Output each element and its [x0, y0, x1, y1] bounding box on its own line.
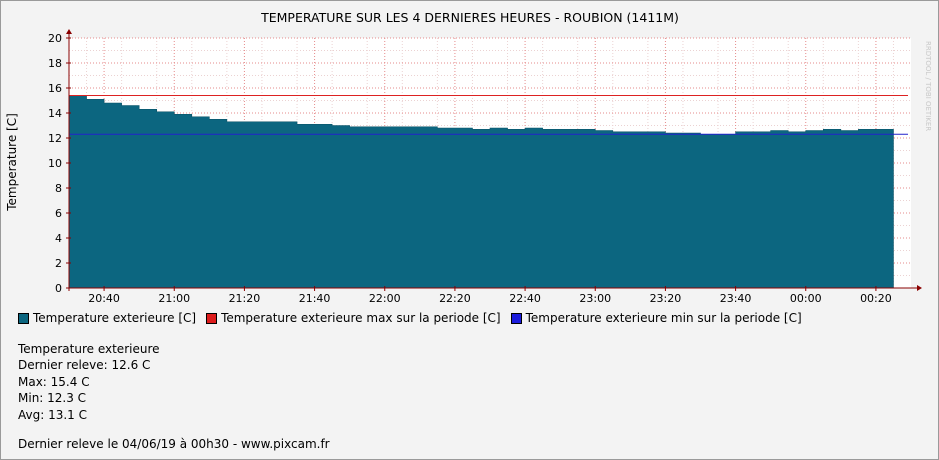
x-tick-label: 23:20: [650, 292, 682, 305]
stats-heading: Temperature exterieure: [18, 342, 160, 356]
x-tick-label: 00:00: [790, 292, 822, 305]
chart-image: TEMPERATURE SUR LES 4 DERNIERES HEURES -…: [0, 0, 939, 460]
legend-swatch-max: [206, 312, 218, 324]
x-tick-label: 21:40: [299, 292, 331, 305]
y-tick-label: 14: [48, 107, 62, 120]
x-tick-label: 22:40: [509, 292, 541, 305]
y-tick-label: 18: [48, 57, 62, 70]
y-axis-label: Temperature [C]: [5, 113, 19, 212]
y-tick-label: 6: [55, 207, 62, 220]
y-tick-label: 12: [48, 132, 62, 145]
legend-swatch-temperature: [18, 312, 29, 324]
y-tick-label: 20: [48, 32, 62, 45]
x-tick-label: 00:20: [860, 292, 892, 305]
legend-item-temperature: Temperature exterieure [C]: [18, 311, 196, 325]
y-axis-arrow: [66, 29, 72, 34]
legend-item-min: Temperature exterieure min sur la period…: [510, 311, 802, 325]
x-tick-label: 22:00: [369, 292, 401, 305]
stats-last-reading: Dernier releve: 12.6 C: [18, 358, 151, 373]
y-tick-label: 10: [48, 157, 62, 170]
y-tick-label: 4: [55, 232, 62, 245]
legend-swatch-min: [510, 312, 522, 324]
legend-label-temperature: Temperature exterieure [C]: [33, 311, 197, 325]
legend: Temperature exterieure [C] Temperature e…: [18, 311, 812, 325]
stats-min: Min: 12.3 C: [18, 391, 87, 406]
x-tick-label: 20:40: [88, 292, 120, 305]
stats-max: Max: 15.4 C: [18, 374, 90, 389]
y-tick-label: 2: [55, 257, 62, 270]
x-tick-label: 21:00: [158, 292, 190, 305]
legend-label-max: Temperature exterieure max sur la period…: [221, 311, 501, 325]
y-tick-label: 16: [48, 82, 62, 95]
legend-item-max: Temperature exterieure max sur la period…: [206, 311, 501, 325]
x-tick-label: 22:20: [439, 292, 471, 305]
footer-text: Dernier releve le 04/06/19 à 00h30 - www…: [18, 437, 330, 451]
x-axis-arrow: [917, 285, 922, 291]
y-tick-label: 0: [55, 282, 62, 295]
x-tick-label: 23:40: [720, 292, 752, 305]
stats-avg: Avg: 13.1 C: [18, 407, 87, 422]
watermark: RRDTOOL / TOBI OETIKER: [924, 41, 932, 132]
legend-label-min: Temperature exterieure min sur la period…: [525, 311, 802, 325]
chart-title: TEMPERATURE SUR LES 4 DERNIERES HEURES -…: [260, 10, 679, 25]
x-tick-label: 23:00: [579, 292, 611, 305]
x-tick-label: 21:20: [229, 292, 261, 305]
stats-block: Temperature exterieure Dernier releve: 1…: [18, 341, 160, 423]
y-tick-label: 8: [55, 182, 62, 195]
